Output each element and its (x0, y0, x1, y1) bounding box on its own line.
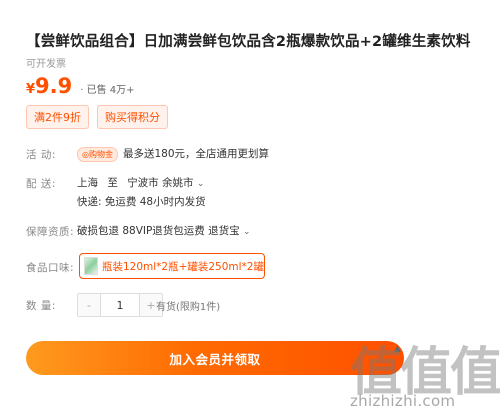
activity-row: ◎购物金 最多送180元，全店通用更划算 (77, 146, 269, 162)
stock-status: 有货(限购1件) (156, 302, 221, 313)
flavor-label: 食品口味: (26, 262, 75, 274)
join-member-claim-button[interactable]: 加入会员并领取 (26, 341, 404, 375)
decrement-button[interactable]: - (78, 294, 100, 316)
watermark-url: zhizhizhi.com (350, 392, 456, 410)
guarantee-label: 保障资质: (26, 226, 75, 238)
guarantee-row[interactable]: 破损包退 88VIP退货包运费 退货宝 ⌄ (77, 223, 251, 238)
flavor-option-selected[interactable]: 瓶装120ml*2瓶+罐装250ml*2罐 (79, 253, 265, 279)
price-row: ¥ 9.9 · 已售 4万+ (26, 74, 135, 98)
watermark-char: 值 (450, 343, 500, 403)
shopping-gold-badge[interactable]: ◎购物金 (77, 146, 118, 162)
shipping-label: 配 送: (26, 178, 56, 190)
ship-from: 上海 (77, 177, 98, 189)
ship-destination-text: 宁波市 余姚市 (127, 177, 194, 189)
site-watermark: 值 值 值 zhizhizhi.com (350, 330, 500, 416)
quantity-label: 数 量: (26, 300, 56, 312)
shipping-route: 上海 至 宁波市 余姚市 ⌄ (77, 175, 204, 190)
guarantee-text: 破损包退 88VIP退货包运费 退货宝 (77, 225, 240, 237)
ship-destination[interactable]: 宁波市 余姚市 ⌄ (127, 177, 204, 189)
shipping-detail: 快递: 免运费 48小时内发货 (77, 196, 206, 208)
chevron-down-icon: ⌄ (243, 227, 251, 237)
price-value: 9.9 (35, 74, 73, 98)
product-title: 【尝鲜饮品组合】日加满尝鲜包饮品含2瓶爆款饮品+2罐维生素饮料 (26, 34, 471, 50)
chevron-down-icon: ⌄ (196, 179, 205, 189)
activity-text: 最多送180元，全店通用更划算 (122, 148, 270, 160)
activity-label: 活 动: (26, 149, 56, 161)
quantity-stepper: - 1 + (77, 293, 163, 317)
quantity-input[interactable]: 1 (100, 294, 140, 316)
promo-tag-discount[interactable]: 满2件9折 (26, 105, 89, 129)
promo-tag-points[interactable]: 购买得积分 (97, 105, 168, 129)
flavor-option-label: 瓶装120ml*2瓶+罐装250ml*2罐 (101, 260, 264, 273)
invoice-note: 可开发票 (26, 59, 66, 70)
ship-to-word: 至 (107, 177, 118, 189)
promo-tags: 满2件9折 购买得积分 (26, 105, 168, 129)
flavor-thumbnail (84, 257, 98, 275)
sold-count: · 已售 4万+ (80, 85, 135, 96)
currency-symbol: ¥ (26, 82, 36, 97)
